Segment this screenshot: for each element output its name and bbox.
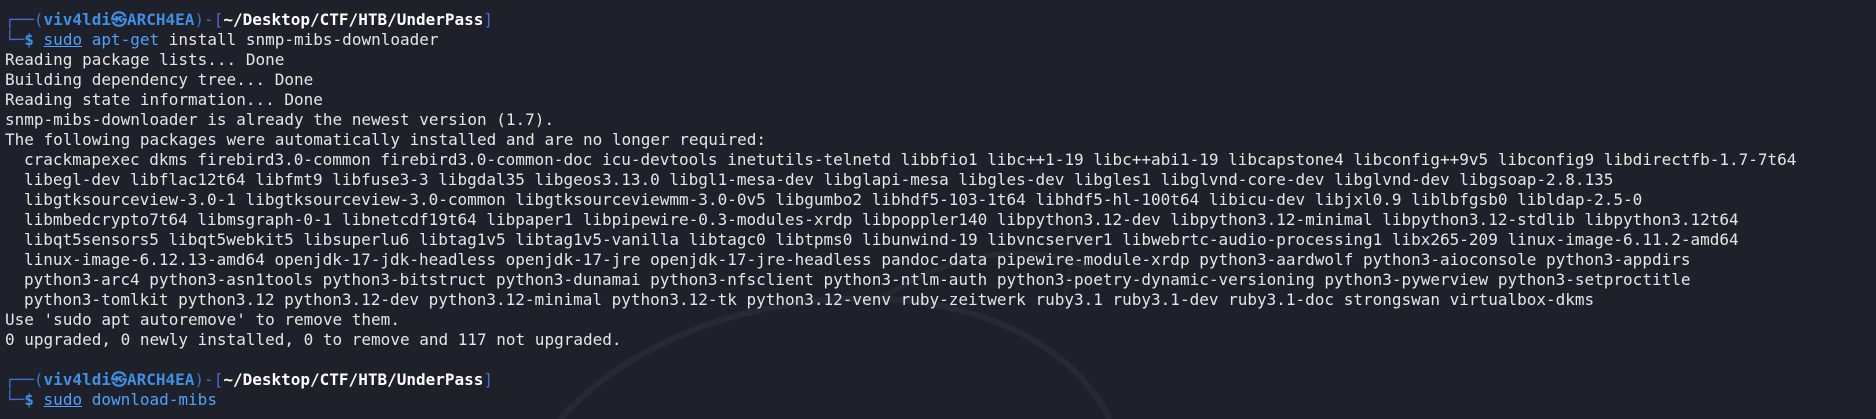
command-program: download-mibs: [91, 390, 217, 409]
output-line: Reading state information... Done: [5, 90, 323, 109]
package-list-line: libegl-dev libflac12t64 libfmt9 libfuse3…: [24, 170, 1614, 189]
package-list-line: linux-image-6.12.13-amd64 openjdk-17-jdk…: [24, 250, 1691, 269]
output-line: Use 'sudo apt autoremove' to remove them…: [5, 310, 400, 329]
command-args: install snmp-mibs-downloader: [159, 30, 439, 49]
prompt-path: ~/Desktop/CTF/HTB/UnderPass: [223, 10, 484, 29]
prompt-host: ARCH4EA: [126, 10, 195, 29]
command-sudo: sudo: [43, 30, 83, 49]
prompt-frame: ┌──(: [5, 10, 44, 29]
prompt-at-symbol: ㉿: [110, 10, 127, 29]
prompt-frame-mid: )-[: [194, 10, 224, 29]
output-line: Building dependency tree... Done: [5, 70, 314, 89]
package-list-line: python3-arc4 python3-asn1tools python3-b…: [24, 270, 1691, 289]
terminal-window[interactable]: ┌──(viv4ldi㉿ARCH4EA)-[~/Desktop/CTF/HTB/…: [0, 0, 1876, 419]
output-line: The following packages were automaticall…: [5, 130, 766, 149]
package-list-line: libqt5sensors5 libqt5webkit5 libsuperlu6…: [24, 230, 1739, 249]
prompt-frame-bottom: └─: [5, 390, 25, 409]
prompt-frame: ┌──(: [5, 370, 44, 389]
prompt-path: ~/Desktop/CTF/HTB/UnderPass: [223, 370, 484, 389]
prompt-frame-mid: )-[: [194, 370, 224, 389]
prompt-user: viv4ldi: [43, 370, 111, 389]
output-line: snmp-mibs-downloader is already the newe…: [5, 110, 555, 129]
prompt-sign: $: [24, 30, 34, 49]
output-line: Reading package lists... Done: [5, 50, 285, 69]
prompt-line-top: ┌──(viv4ldi㉿ARCH4EA)-[~/Desktop/CTF/HTB/…: [5, 370, 1876, 390]
command-line-1: └─$ sudo apt-get install snmp-mibs-downl…: [5, 30, 1876, 50]
prompt-host: ARCH4EA: [126, 370, 195, 389]
package-list-line: libmbedcrypto7t64 libmsgraph-0-1 libnetc…: [24, 210, 1739, 229]
package-list-line: crackmapexec dkms firebird3.0-common fir…: [24, 150, 1797, 169]
output-line: 0 upgraded, 0 newly installed, 0 to remo…: [5, 330, 622, 349]
prompt-user: viv4ldi: [43, 10, 111, 29]
terminal-screen: ┌──(viv4ldi㉿ARCH4EA)-[~/Desktop/CTF/HTB/…: [5, 0, 1876, 410]
command-program: apt-get: [91, 30, 160, 49]
prompt-sign: $: [24, 390, 34, 409]
package-list-line: python3-tomlkit python3.12 python3.12-de…: [24, 290, 1595, 309]
prompt-frame-bottom: └─: [5, 30, 25, 49]
prompt-frame-end: ]: [483, 370, 494, 389]
prompt-at-symbol: ㉿: [110, 370, 127, 389]
prompt-line-top: ┌──(viv4ldi㉿ARCH4EA)-[~/Desktop/CTF/HTB/…: [5, 10, 1876, 30]
prompt-frame-end: ]: [483, 10, 494, 29]
command-sudo: sudo: [43, 390, 83, 409]
command-line-2[interactable]: └─$ sudo download-mibs: [5, 390, 1876, 410]
package-list-line: libgtksourceview-3.0-1 libgtksourceview-…: [24, 190, 1643, 209]
